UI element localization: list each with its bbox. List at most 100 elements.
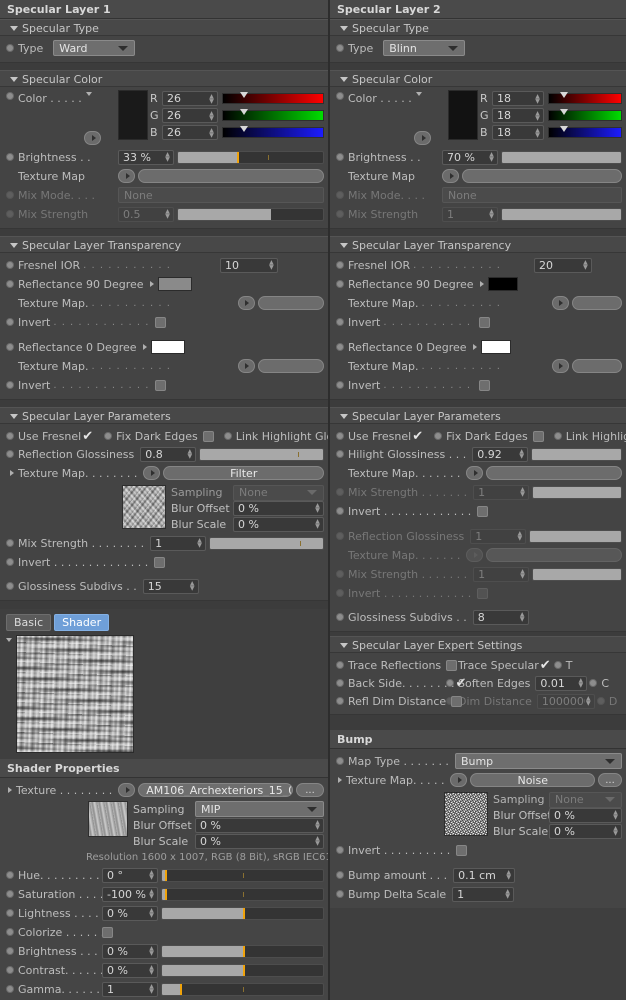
contrast-slider[interactable] — [161, 963, 324, 977]
animate-dot-icon[interactable] — [336, 613, 344, 621]
animate-dot-icon[interactable] — [6, 381, 14, 389]
texture-map-field[interactable] — [462, 169, 622, 183]
group-specular-type[interactable]: Specular Type — [0, 19, 328, 36]
bump-texture-field[interactable]: Noise — [470, 773, 595, 787]
stepper-icon[interactable]: ▲ ▼ — [505, 869, 512, 881]
reflectance-0-swatch[interactable] — [150, 340, 185, 354]
chevron-right-icon[interactable] — [479, 281, 484, 287]
b-field[interactable]: 18 ▲ ▼ — [492, 125, 544, 140]
animate-dot-icon[interactable] — [6, 928, 14, 936]
type-dropdown[interactable]: Blinn — [383, 40, 466, 56]
group-specular-type[interactable]: Specular Type — [330, 19, 626, 36]
invert-checkbox[interactable] — [478, 379, 490, 391]
slider-handle[interactable] — [240, 126, 248, 132]
group-specular-layer-expert-settings[interactable]: Specular Layer Expert Settings — [330, 636, 626, 653]
sampling-dropdown[interactable]: MIP — [195, 801, 324, 817]
texture-thumbnail[interactable] — [88, 801, 128, 837]
reflection-glossiness-slider[interactable] — [199, 447, 324, 461]
texture-map-link-button[interactable] — [450, 773, 468, 787]
texture-link-button[interactable] — [118, 783, 136, 797]
stepper-icon[interactable]: ▲ ▼ — [534, 110, 541, 122]
stepper-icon[interactable]: ▲ ▼ — [148, 945, 155, 957]
fix-dark-edges-group[interactable]: Fix Dark Edges — [434, 430, 544, 443]
group-specular-color[interactable]: Specular Color — [0, 70, 328, 87]
hilight-glossiness-slider[interactable] — [531, 447, 622, 461]
back-side-group[interactable]: Back Side. . . . . . . . ✔ — [336, 677, 466, 690]
animate-dot-icon[interactable] — [104, 432, 113, 440]
stepper-icon[interactable]: ▲ ▼ — [148, 907, 155, 919]
map-type-dropdown[interactable]: Bump — [454, 753, 622, 769]
stepper-icon[interactable]: ▲ ▼ — [164, 151, 171, 163]
blur-offset-field[interactable]: 0 % ▲ ▼ — [195, 817, 324, 833]
animate-dot-icon[interactable] — [336, 318, 344, 326]
glossiness-texture-thumbnail[interactable] — [122, 485, 166, 529]
stepper-icon[interactable]: ▲ ▼ — [612, 825, 619, 837]
fix-dark-edges-group[interactable]: Fix Dark Edges — [104, 430, 214, 443]
animate-dot-icon[interactable] — [6, 450, 14, 458]
g-gradient-slider[interactable] — [222, 109, 324, 121]
animate-dot-icon[interactable] — [6, 92, 14, 100]
fresnel-ior-field[interactable]: 20 ▲ ▼ — [533, 257, 592, 273]
slider-handle[interactable] — [237, 151, 240, 163]
chevron-right-icon[interactable] — [472, 344, 477, 350]
color-swatch[interactable] — [118, 90, 148, 140]
animate-dot-icon[interactable] — [6, 261, 14, 269]
r-field[interactable]: 18 ▲ ▼ — [492, 91, 544, 106]
stepper-icon[interactable]: ▲ ▼ — [582, 259, 589, 271]
hue-field[interactable]: 0 ° ▲ ▼ — [102, 867, 158, 883]
slider-handle[interactable] — [559, 126, 568, 132]
stepper-icon[interactable]: ▲ ▼ — [612, 809, 619, 821]
texture-map-field[interactable] — [138, 169, 324, 183]
use-fresnel-group[interactable]: Use Fresnel ✔ — [336, 430, 424, 443]
chevron-right-icon[interactable] — [8, 787, 12, 793]
stepper-icon[interactable]: ▲ ▼ — [208, 127, 215, 139]
texture-map-link-button[interactable] — [466, 466, 484, 480]
texture-map-link-button[interactable] — [442, 169, 459, 183]
soften-edges-field[interactable]: 0.01 ▲ ▼ — [535, 675, 588, 691]
chevron-right-icon[interactable] — [10, 470, 14, 476]
stepper-icon[interactable]: ▲ ▼ — [488, 151, 495, 163]
texture-map-field[interactable] — [571, 359, 623, 373]
fix-dark-edges-checkbox[interactable] — [532, 430, 544, 442]
color-swatch[interactable] — [448, 90, 478, 140]
animate-dot-icon[interactable] — [336, 846, 344, 854]
reflectance-0-swatch[interactable] — [480, 340, 511, 354]
chevron-down-icon[interactable] — [85, 92, 92, 96]
hilight-glossiness-field[interactable]: 0.92 ▲ ▼ — [472, 446, 529, 462]
blur-scale-field[interactable]: 0 % ▲ ▼ — [549, 823, 622, 839]
stepper-icon[interactable]: ▲ ▼ — [518, 448, 525, 460]
animate-dot-icon[interactable] — [6, 582, 14, 590]
lightness-field[interactable]: 0 % ▲ ▼ — [102, 905, 158, 921]
slider-handle[interactable] — [240, 92, 248, 98]
slider-handle[interactable] — [559, 109, 568, 115]
animate-dot-icon[interactable] — [6, 890, 14, 898]
b-field[interactable]: 26 ▲ ▼ — [162, 125, 218, 140]
texture-map-field[interactable] — [257, 296, 325, 310]
slider-handle[interactable] — [242, 945, 245, 957]
texture-map-link-button[interactable] — [551, 359, 569, 373]
animate-dot-icon[interactable] — [336, 697, 344, 705]
blur-scale-field[interactable]: 0 % ▲ ▼ — [195, 833, 324, 849]
stepper-icon[interactable]: ▲ ▼ — [148, 964, 155, 976]
animate-dot-icon[interactable] — [6, 44, 14, 52]
slider-handle[interactable] — [242, 907, 245, 919]
stepper-icon[interactable]: ▲ ▼ — [148, 869, 155, 881]
noise-texture-thumbnail[interactable] — [444, 792, 488, 836]
stepper-icon[interactable]: ▲ ▼ — [148, 983, 155, 995]
stepper-icon[interactable]: ▲ ▼ — [519, 611, 526, 623]
stepper-icon[interactable]: ▲ ▼ — [534, 127, 541, 139]
saturation-field[interactable]: -100 % ▲ ▼ — [102, 886, 158, 902]
trace-cut-group[interactable]: T — [553, 659, 572, 672]
contrast-field[interactable]: 0 % ▲ ▼ — [102, 962, 158, 978]
group-specular-layer-parameters[interactable]: Specular Layer Parameters — [0, 407, 328, 424]
animate-dot-icon[interactable] — [553, 432, 562, 440]
invert-checkbox[interactable] — [478, 316, 490, 328]
brightness-slider[interactable] — [177, 150, 324, 164]
stepper-icon[interactable]: ▲ ▼ — [504, 888, 511, 900]
chevron-right-icon[interactable] — [338, 777, 342, 783]
animate-dot-icon[interactable] — [336, 153, 344, 161]
bump-amount-field[interactable]: 0.1 cm ▲ ▼ — [453, 867, 516, 883]
group-specular-layer-transparency[interactable]: Specular Layer Transparency — [330, 236, 626, 253]
chevron-down-icon[interactable] — [415, 92, 422, 96]
animate-dot-icon[interactable] — [6, 966, 14, 974]
